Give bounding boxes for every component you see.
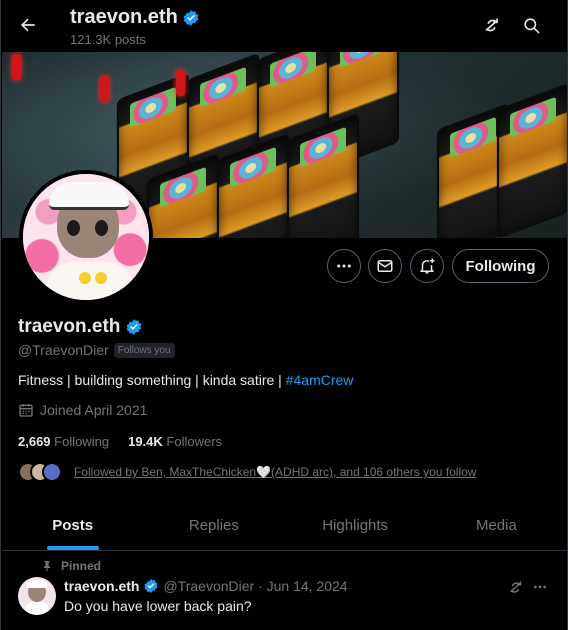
banner-red-light — [100, 76, 109, 102]
mutual-avatar — [42, 462, 62, 482]
top-bar: traevon.eth 121.3K posts — [1, 0, 567, 52]
profile-name-text: traevon.eth — [18, 316, 121, 337]
following-count-link[interactable]: 2,669 Following — [18, 434, 109, 449]
grok-icon — [509, 580, 521, 593]
joined-text: Joined April 2021 — [40, 402, 148, 418]
grok-button[interactable] — [474, 8, 508, 42]
pinned-indicator: Pinned — [41, 559, 101, 573]
followers-label: Followers — [166, 434, 223, 449]
mutual-avatars — [18, 462, 62, 482]
bio-hashtag-link[interactable]: #4amCrew — [286, 372, 354, 388]
verified-badge-icon — [183, 9, 199, 26]
arrow-left-icon — [21, 18, 35, 32]
follows-you-badge: Follows you — [113, 342, 175, 358]
verified-badge-icon — [144, 579, 159, 593]
search-icon — [523, 17, 539, 33]
tab-replies[interactable]: Replies — [143, 500, 284, 550]
profile-page: traevon.eth 121.3K posts Following traev… — [0, 0, 568, 630]
followers-count-link[interactable]: 19.4K Followers — [128, 434, 222, 449]
following-label: Following — [54, 434, 110, 449]
follow-counts: 2,669 Following 19.4K Followers — [18, 434, 222, 449]
mutual-followers[interactable]: Followed by Ben, MaxTheChicken🤍(ADHD arc… — [18, 462, 476, 482]
bell-plus-icon — [420, 258, 435, 274]
post-author-name[interactable]: traevon.eth — [64, 578, 139, 594]
more-dots-icon — [534, 585, 546, 589]
post-author-avatar[interactable] — [18, 577, 56, 615]
verified-badge-icon[interactable] — [125, 318, 143, 336]
more-options-button[interactable] — [327, 249, 361, 283]
post-text: Do you have lower back pain? — [64, 598, 252, 614]
post-handle-date[interactable]: @TraevonDier · Jun 14, 2024 — [163, 578, 347, 594]
profile-handle: @TraevonDier — [18, 342, 109, 358]
joined-date: Joined April 2021 — [18, 402, 147, 418]
pinned-label: Pinned — [61, 559, 102, 573]
profile-bio: Fitness | building something | kinda sat… — [18, 372, 353, 388]
header-posts-count: 121.3K posts — [70, 32, 146, 47]
banner-red-light — [12, 54, 21, 80]
banner-cabinet — [499, 85, 567, 237]
envelope-icon — [377, 260, 393, 272]
post-more-button[interactable] — [529, 577, 551, 597]
profile-tabs: Posts Replies Highlights Media — [2, 500, 567, 551]
following-button[interactable]: Following — [452, 249, 549, 283]
mutual-followers-text[interactable]: Followed by Ben, MaxTheChicken🤍(ADHD arc… — [74, 465, 476, 479]
message-button[interactable] — [368, 249, 402, 283]
calendar-icon — [19, 404, 33, 417]
more-dots-icon — [337, 264, 351, 268]
tab-posts[interactable]: Posts — [2, 500, 143, 550]
profile-handle-row: @TraevonDier Follows you — [18, 342, 175, 358]
profile-name: traevon.eth — [18, 316, 143, 338]
header-name: traevon.eth — [70, 6, 178, 28]
bio-text: Fitness | building something | kinda sat… — [18, 372, 286, 388]
tab-media[interactable]: Media — [426, 500, 567, 550]
header-title: traevon.eth — [70, 6, 200, 29]
grok-icon — [485, 17, 498, 31]
profile-avatar[interactable] — [19, 170, 153, 304]
tab-highlights[interactable]: Highlights — [285, 500, 426, 550]
banner-red-light — [176, 70, 185, 96]
followers-count: 19.4K — [128, 434, 163, 449]
post-grok-button[interactable] — [504, 577, 526, 597]
post-header: traevon.eth @TraevonDier · Jun 14, 2024 — [64, 578, 348, 594]
following-count: 2,669 — [18, 434, 51, 449]
back-button[interactable] — [11, 8, 45, 42]
pin-icon — [44, 561, 50, 572]
notifications-button[interactable] — [410, 249, 444, 283]
search-button[interactable] — [514, 8, 548, 42]
